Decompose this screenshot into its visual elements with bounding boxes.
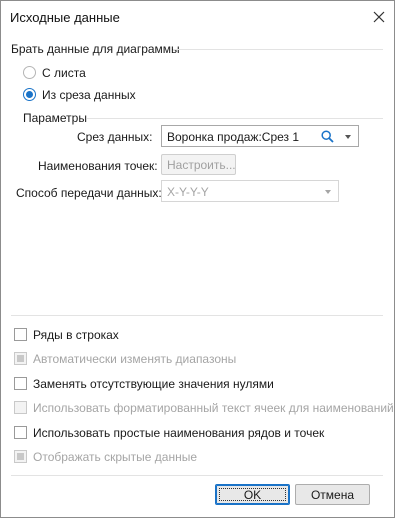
checkbox-rows-in-lines-label[interactable]: Ряды в строках bbox=[33, 328, 119, 342]
transfer-value: X-Y-Y-Y bbox=[167, 185, 209, 199]
checkbox-formatted-text[interactable] bbox=[14, 401, 27, 414]
dialog-window: Исходные данные Брать данные для диаграм… bbox=[0, 0, 395, 518]
radio-from-sheet[interactable] bbox=[23, 66, 36, 79]
checkbox-simple-names-label[interactable]: Использовать простые наименования рядов … bbox=[33, 426, 324, 440]
params-separator bbox=[87, 118, 383, 119]
checkbox-auto-ranges-label[interactable]: Автоматически изменять диапазоны bbox=[33, 352, 236, 366]
checkbox-replace-missing[interactable] bbox=[14, 377, 27, 390]
cancel-button[interactable]: Отмена bbox=[295, 484, 370, 505]
checkbox-formatted-text-label[interactable]: Использовать форматированный текст ячеек… bbox=[33, 401, 394, 415]
radio-from-slice-label[interactable]: Из среза данных bbox=[42, 88, 136, 102]
title-bar: Исходные данные bbox=[1, 1, 394, 33]
chevron-down-icon[interactable] bbox=[325, 190, 331, 194]
checkbox-rows-in-lines[interactable] bbox=[14, 328, 27, 341]
footer-separator bbox=[11, 475, 383, 476]
slice-value: Воронка продаж:Срез 1 bbox=[167, 130, 300, 144]
checkbox-show-hidden-label[interactable]: Отображать скрытые данные bbox=[33, 450, 197, 464]
radio-from-slice[interactable] bbox=[23, 88, 36, 101]
dialog-title: Исходные данные bbox=[10, 10, 120, 25]
cancel-button-label: Отмена bbox=[310, 488, 355, 502]
options-separator bbox=[11, 315, 383, 316]
checkbox-show-hidden[interactable] bbox=[14, 450, 27, 463]
configure-button[interactable]: Настроить... bbox=[161, 154, 236, 175]
transfer-label: Способ передачи данных: bbox=[16, 186, 162, 200]
close-icon bbox=[373, 11, 385, 23]
ok-button-label: OK bbox=[243, 488, 262, 502]
radio-from-sheet-label[interactable]: С листа bbox=[42, 66, 86, 80]
transfer-combo[interactable]: X-Y-Y-Y bbox=[161, 180, 339, 202]
params-group-label: Параметры bbox=[23, 111, 87, 125]
slice-label: Срез данных: bbox=[77, 130, 153, 144]
slice-combo[interactable]: Воронка продаж:Срез 1 bbox=[161, 125, 359, 147]
checkbox-simple-names[interactable] bbox=[14, 426, 27, 439]
ok-button[interactable]: OK bbox=[215, 484, 290, 505]
chevron-down-icon[interactable] bbox=[345, 135, 351, 139]
group-separator bbox=[173, 49, 383, 50]
points-label: Наименования точек: bbox=[38, 159, 158, 173]
checkbox-auto-ranges[interactable] bbox=[14, 352, 27, 365]
configure-button-label: Настроить... bbox=[167, 158, 236, 172]
search-icon[interactable] bbox=[321, 130, 334, 143]
checkbox-replace-missing-label[interactable]: Заменять отсутствующие значения нулями bbox=[33, 377, 274, 391]
source-group-label: Брать данные для диаграммы bbox=[11, 42, 180, 56]
close-button[interactable] bbox=[367, 5, 391, 29]
